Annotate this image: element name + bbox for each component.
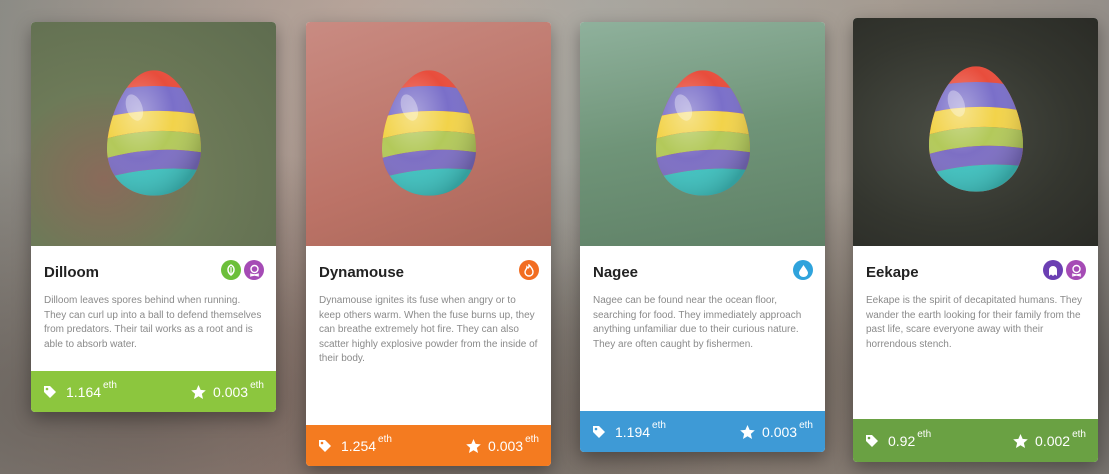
card-description: Dilloom leaves spores behind when runnin… xyxy=(44,295,262,350)
card-footer: 1.164 eth 0.003 eth xyxy=(31,371,276,412)
type-badges xyxy=(221,260,264,280)
monster-card-dynamouse[interactable]: Dynamouse Dynamouse ignites its fuse whe… xyxy=(306,22,551,466)
rating-value: 0.003 xyxy=(213,383,249,400)
card-image xyxy=(580,22,825,246)
fire-icon xyxy=(519,260,539,280)
tag-icon xyxy=(593,425,605,438)
price-value: 0.92 xyxy=(888,432,916,449)
card-name: Dilloom xyxy=(44,264,99,281)
price-unit: eth xyxy=(652,419,666,431)
type-badges xyxy=(793,260,813,280)
monster-card-nagee[interactable]: Nagee Nagee can be found near the ocean … xyxy=(580,22,825,452)
tag-icon xyxy=(44,385,56,398)
rating-value: 0.002 xyxy=(1035,432,1071,449)
price[interactable]: 1.254 eth xyxy=(318,434,392,454)
rating-unit: eth xyxy=(525,433,539,445)
card-image xyxy=(306,22,551,246)
egg-image xyxy=(106,70,201,196)
card-name: Nagee xyxy=(593,264,639,281)
ghost-icon xyxy=(1043,260,1063,280)
water-drop-icon xyxy=(793,260,813,280)
skull-icon xyxy=(244,260,264,280)
price-unit: eth xyxy=(103,379,117,391)
skull-icon xyxy=(1066,260,1086,280)
egg-image xyxy=(655,70,750,196)
type-badges xyxy=(519,260,539,280)
price[interactable]: 0.92 eth xyxy=(865,429,931,449)
star-icon xyxy=(1013,433,1028,448)
star-icon xyxy=(740,424,755,439)
egg-image xyxy=(928,66,1023,192)
card-name: Eekape xyxy=(866,264,919,281)
tag-icon xyxy=(866,434,878,447)
price-unit: eth xyxy=(917,428,932,440)
card-footer: 0.92 eth 0.002 eth xyxy=(853,419,1098,462)
type-badges xyxy=(1043,260,1086,280)
card-description: Dynamouse ignites its fuse when angry or… xyxy=(319,295,538,364)
card-description: Eekape is the spirit of decapitated huma… xyxy=(866,295,1083,350)
monster-card-dilloom[interactable]: Dilloom Dilloom leaves spores behind whe… xyxy=(31,22,276,412)
card-footer: 1.194 eth 0.003 eth xyxy=(580,411,825,452)
rating[interactable]: 0.002 eth xyxy=(1013,429,1086,449)
rating-unit: eth xyxy=(250,379,264,391)
rating-unit: eth xyxy=(1072,428,1086,440)
card-image xyxy=(853,18,1098,246)
leaf-icon xyxy=(221,260,241,280)
price[interactable]: 1.194 eth xyxy=(592,420,666,440)
star-icon xyxy=(466,438,481,453)
rating-unit: eth xyxy=(799,419,813,431)
star-icon xyxy=(191,384,206,399)
card-description: Nagee can be found near the ocean floor,… xyxy=(593,295,802,350)
monster-card-eekape[interactable]: Eekape Eekape is the spirit of decapitat… xyxy=(853,18,1098,462)
price-value: 1.194 xyxy=(615,423,651,440)
tag-icon xyxy=(319,439,331,452)
price[interactable]: 1.164 eth xyxy=(43,380,117,400)
rating-value: 0.003 xyxy=(762,423,798,440)
card-name: Dynamouse xyxy=(319,264,405,281)
price-value: 1.254 xyxy=(341,437,377,454)
rating[interactable]: 0.003 eth xyxy=(466,434,539,454)
card-image xyxy=(31,22,276,246)
rating[interactable]: 0.003 eth xyxy=(191,380,264,400)
price-value: 1.164 xyxy=(66,383,102,400)
egg-image xyxy=(381,70,476,196)
card-footer: 1.254 eth 0.003 eth xyxy=(306,425,551,466)
rating[interactable]: 0.003 eth xyxy=(740,420,813,440)
rating-value: 0.003 xyxy=(488,437,524,454)
price-unit: eth xyxy=(378,433,392,445)
